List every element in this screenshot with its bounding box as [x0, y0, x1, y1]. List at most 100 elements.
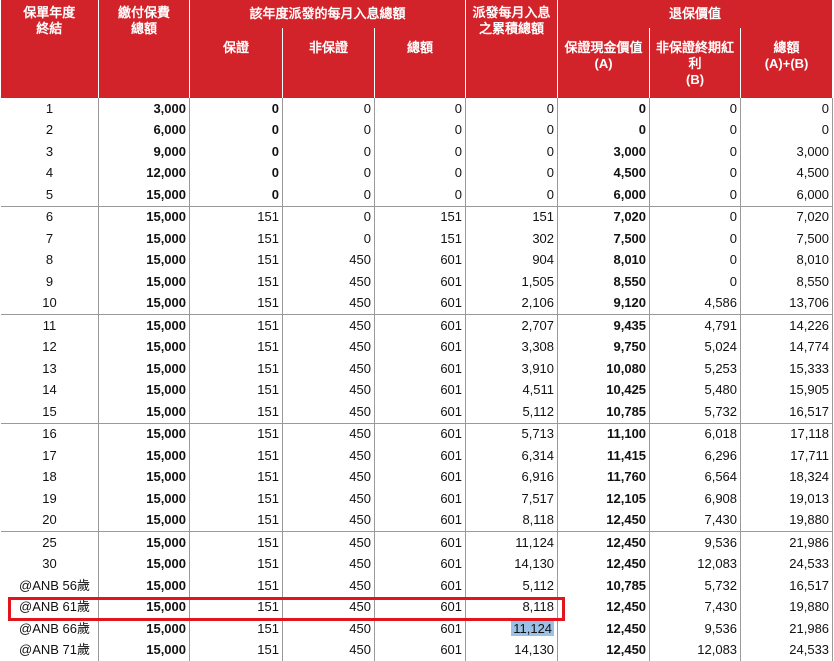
table-row: 2015,0001514506018,11812,4507,43019,880: [1, 510, 833, 532]
cell-surrender-total: 19,880: [741, 597, 833, 619]
cell-guaranteed-cash-value: 12,450: [558, 640, 650, 661]
cell-non-guaranteed-income: 450: [283, 358, 375, 380]
cell-guaranteed-cash-value: 6,000: [558, 184, 650, 206]
table-row: 39,00000003,00003,000: [1, 141, 833, 163]
cell-income-total: 601: [375, 575, 466, 597]
cell-premium: 9,000: [99, 141, 190, 163]
cell-guaranteed-cash-value: 11,760: [558, 467, 650, 489]
cell-income-total: 0: [375, 163, 466, 185]
cell-surrender-total: 17,711: [741, 445, 833, 467]
cell-accumulated-income: 8,118: [466, 597, 558, 619]
cell-surrender-total: 15,905: [741, 380, 833, 402]
header-terminal-bonus: 非保證終期紅利 (B): [650, 28, 741, 98]
table-row: 1415,0001514506014,51110,4255,48015,905: [1, 380, 833, 402]
cell-surrender-total: 4,500: [741, 163, 833, 185]
cell-non-guaranteed-income: 450: [283, 467, 375, 489]
cell-premium: 15,000: [99, 206, 190, 228]
cell-year: 14: [1, 380, 99, 402]
cell-non-guaranteed-income: 450: [283, 315, 375, 337]
cell-non-guaranteed-income: 450: [283, 250, 375, 272]
cell-premium: 15,000: [99, 510, 190, 532]
table-row: 1615,0001514506015,71311,1006,01817,118: [1, 423, 833, 445]
cell-premium: 15,000: [99, 445, 190, 467]
cell-surrender-total: 0: [741, 98, 833, 120]
cell-guaranteed-income: 151: [190, 532, 283, 554]
cell-guaranteed-income: 151: [190, 337, 283, 359]
cell-surrender-total: 16,517: [741, 401, 833, 423]
cell-guaranteed-income: 151: [190, 315, 283, 337]
table-row: 1815,0001514506016,91611,7606,56418,324: [1, 467, 833, 489]
cell-accumulated-income: 0: [466, 163, 558, 185]
cell-year: 30: [1, 554, 99, 576]
cell-guaranteed-income: 151: [190, 293, 283, 315]
cell-year: 3: [1, 141, 99, 163]
cell-non-guaranteed-income: 450: [283, 618, 375, 640]
cell-accumulated-income: 11,124: [466, 618, 558, 640]
cell-surrender-total: 17,118: [741, 423, 833, 445]
cell-guaranteed-income: 151: [190, 618, 283, 640]
cell-accumulated-income: 0: [466, 120, 558, 142]
cell-guaranteed-cash-value: 12,450: [558, 554, 650, 576]
table-row: 515,00000006,00006,000: [1, 184, 833, 206]
cell-accumulated-income: 5,713: [466, 423, 558, 445]
cell-guaranteed-income: 151: [190, 401, 283, 423]
cell-terminal-bonus: 5,024: [650, 337, 741, 359]
table-row: 1515,0001514506015,11210,7855,73216,517: [1, 401, 833, 423]
cell-premium: 3,000: [99, 98, 190, 120]
cell-surrender-total: 24,533: [741, 640, 833, 661]
table-row: 13,0000000000: [1, 98, 833, 120]
cell-non-guaranteed-income: 0: [283, 98, 375, 120]
cell-year: 10: [1, 293, 99, 315]
cell-non-guaranteed-income: 450: [283, 445, 375, 467]
header-accumulated-income: 派發每月入息 之累積總額: [466, 0, 558, 98]
cell-accumulated-income: 0: [466, 141, 558, 163]
cell-guaranteed-income: 151: [190, 640, 283, 661]
cell-year: 16: [1, 423, 99, 445]
cell-non-guaranteed-income: 450: [283, 488, 375, 510]
cell-guaranteed-cash-value: 7,020: [558, 206, 650, 228]
table-row: 26,0000000000: [1, 120, 833, 142]
cell-guaranteed-income: 151: [190, 510, 283, 532]
table-row: 615,00015101511517,02007,020: [1, 206, 833, 228]
cell-income-total: 601: [375, 510, 466, 532]
cell-guaranteed-cash-value: 10,785: [558, 401, 650, 423]
cell-premium: 15,000: [99, 618, 190, 640]
cell-guaranteed-income: 0: [190, 98, 283, 120]
table-row: @ANB 61歲15,0001514506018,11812,4507,4301…: [1, 597, 833, 619]
header-guaranteed-cash-value: 保證現金價值 (A): [558, 28, 650, 98]
table-row: 2515,00015145060111,12412,4509,53621,986: [1, 532, 833, 554]
cell-guaranteed-income: 151: [190, 575, 283, 597]
cell-non-guaranteed-income: 450: [283, 575, 375, 597]
cell-surrender-total: 21,986: [741, 532, 833, 554]
table-row: 1915,0001514506017,51712,1056,90819,013: [1, 488, 833, 510]
cell-non-guaranteed-income: 450: [283, 401, 375, 423]
cell-accumulated-income: 2,106: [466, 293, 558, 315]
cell-premium: 15,000: [99, 293, 190, 315]
table-row: @ANB 71歲15,00015145060114,13012,45012,08…: [1, 640, 833, 661]
cell-income-total: 601: [375, 358, 466, 380]
cell-guaranteed-cash-value: 9,435: [558, 315, 650, 337]
cell-non-guaranteed-income: 0: [283, 120, 375, 142]
cell-guaranteed-cash-value: 11,415: [558, 445, 650, 467]
selected-value[interactable]: 11,124: [511, 621, 554, 636]
cell-income-total: 601: [375, 554, 466, 576]
cell-guaranteed-cash-value: 12,450: [558, 532, 650, 554]
header-policy-year-end: 保單年度 終結: [1, 0, 99, 98]
cell-year: 15: [1, 401, 99, 423]
cell-terminal-bonus: 5,732: [650, 575, 741, 597]
cell-accumulated-income: 11,124: [466, 532, 558, 554]
header-surrender-value-group: 退保價值: [558, 0, 833, 28]
cell-guaranteed-income: 151: [190, 228, 283, 250]
cell-income-total: 601: [375, 618, 466, 640]
cell-income-total: 601: [375, 250, 466, 272]
cell-surrender-total: 6,000: [741, 184, 833, 206]
table-row: 1115,0001514506012,7079,4354,79114,226: [1, 315, 833, 337]
cell-terminal-bonus: 5,253: [650, 358, 741, 380]
cell-guaranteed-income: 0: [190, 163, 283, 185]
cell-year: @ANB 61歲: [1, 597, 99, 619]
cell-income-total: 601: [375, 597, 466, 619]
header-surrender-total: 總額 (A)+(B): [741, 28, 833, 98]
cell-income-total: 0: [375, 141, 466, 163]
header-guaranteed: 保證: [190, 28, 283, 98]
cell-guaranteed-cash-value: 4,500: [558, 163, 650, 185]
